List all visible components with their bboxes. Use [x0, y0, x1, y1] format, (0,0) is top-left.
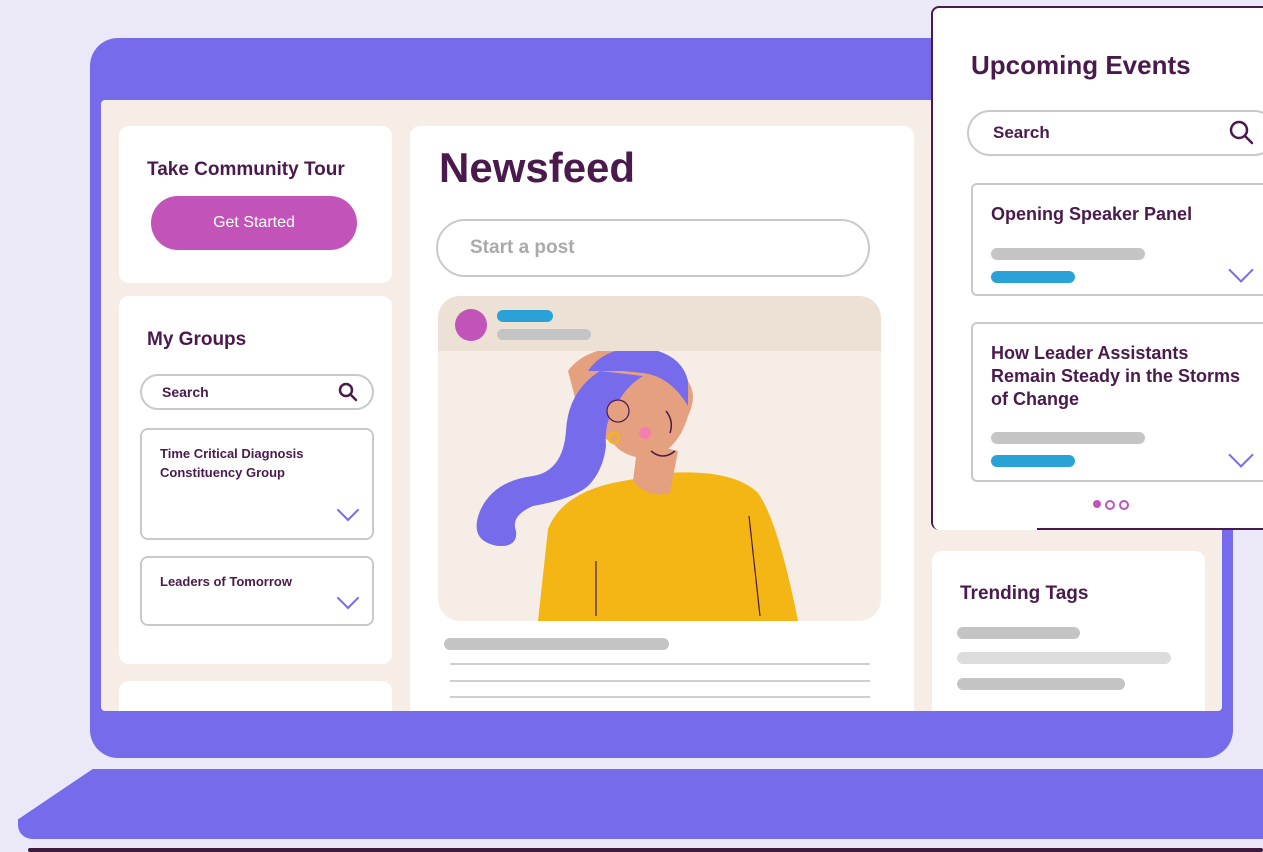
groups-search-input[interactable]: Search — [140, 374, 374, 410]
groups-card: My Groups Search Time Critical Diagnosis… — [119, 296, 392, 664]
post-illustration — [476, 351, 798, 621]
post-text-placeholder — [444, 638, 669, 650]
event-link-placeholder — [991, 271, 1075, 283]
event-item[interactable]: How Leader Assistants Remain Steady in t… — [971, 322, 1263, 482]
events-search-placeholder: Search — [993, 123, 1050, 142]
tour-title: Take Community Tour — [147, 159, 345, 180]
event-link-placeholder — [991, 455, 1075, 467]
laptop-base — [18, 769, 1263, 839]
tag-placeholder[interactable] — [957, 652, 1171, 664]
get-started-button[interactable]: Get Started — [151, 196, 357, 250]
tag-placeholder[interactable] — [957, 627, 1080, 639]
newsfeed-card: Newsfeed Start a post — [410, 126, 914, 711]
trending-card: Trending Tags — [932, 551, 1205, 711]
event-title: Opening Speaker Panel — [991, 204, 1193, 224]
tour-card: Take Community Tour Get Started — [119, 126, 392, 283]
events-title: Upcoming Events — [971, 50, 1191, 80]
group-item[interactable]: Time Critical Diagnosis Constituency Gro… — [140, 428, 374, 540]
pagination-dot[interactable] — [1105, 500, 1115, 510]
group-item[interactable]: Leaders of Tomorrow — [140, 556, 374, 626]
start-post-input[interactable]: Start a post — [436, 219, 870, 277]
trending-title: Trending Tags — [960, 583, 1089, 604]
chevron-down-icon[interactable] — [1228, 442, 1254, 468]
chevron-down-icon[interactable] — [1228, 257, 1254, 283]
event-meta-placeholder — [991, 248, 1145, 260]
event-meta-placeholder — [991, 432, 1145, 444]
search-icon[interactable] — [1229, 120, 1255, 146]
chevron-down-icon[interactable] — [336, 586, 360, 610]
pagination-dots[interactable] — [1093, 500, 1129, 510]
post-card[interactable] — [438, 296, 881, 621]
post-author-placeholder — [497, 310, 553, 322]
start-post-placeholder: Start a post — [470, 237, 575, 258]
tag-placeholder[interactable] — [957, 678, 1125, 690]
newsfeed-title: Newsfeed — [439, 144, 636, 191]
groups-title: My Groups — [147, 329, 247, 350]
group-item-label: Leaders of Tomorrow — [160, 574, 292, 589]
post-text-line — [450, 663, 870, 665]
event-title: How Leader Assistants Remain Steady in t… — [991, 343, 1241, 409]
panel-bottom-border — [1037, 528, 1263, 530]
post-text-line — [450, 680, 870, 682]
events-panel: Upcoming Events Search Opening Speaker P… — [931, 6, 1263, 530]
avatar[interactable] — [455, 309, 487, 341]
group-item-label: Time Critical Diagnosis Constituency Gro… — [160, 446, 304, 480]
ground-line — [28, 848, 1263, 852]
events-search-input[interactable]: Search — [967, 110, 1263, 156]
post-meta-placeholder — [497, 329, 591, 340]
search-icon[interactable] — [338, 382, 358, 402]
chevron-down-icon[interactable] — [336, 498, 360, 522]
pagination-dot[interactable] — [1119, 500, 1129, 510]
post-header — [438, 296, 881, 351]
partial-card — [119, 681, 392, 711]
pagination-dot-active[interactable] — [1093, 500, 1101, 508]
post-text-line — [450, 696, 870, 698]
event-item[interactable]: Opening Speaker Panel — [971, 183, 1263, 296]
groups-search-placeholder: Search — [162, 384, 209, 400]
